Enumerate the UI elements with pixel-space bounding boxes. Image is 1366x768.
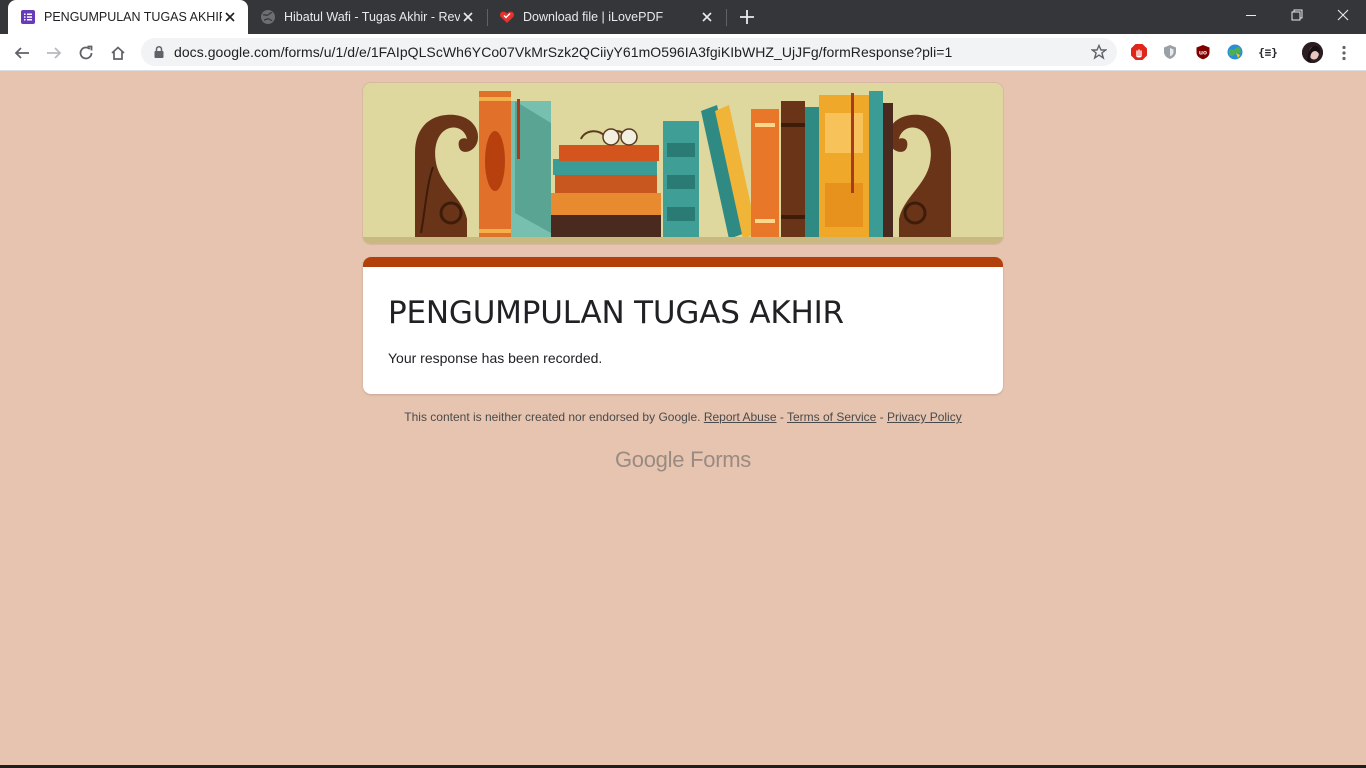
home-button[interactable]	[106, 41, 130, 65]
footer-separator: -	[776, 410, 787, 424]
tab-ilovepdf[interactable]: Download file | iLovePDF	[487, 0, 725, 34]
back-button[interactable]	[10, 41, 34, 65]
google-wordmark: Google	[615, 447, 685, 472]
tab-title: PENGUMPULAN TUGAS AKHIR	[44, 10, 222, 24]
more-vert-icon	[1342, 45, 1346, 61]
close-tab-icon[interactable]	[222, 9, 238, 25]
tab-forms[interactable]: PENGUMPULAN TUGAS AKHIR	[8, 0, 248, 34]
report-abuse-link[interactable]: Report Abuse	[704, 410, 777, 424]
adblock-icon	[1131, 44, 1147, 60]
terms-of-service-link[interactable]: Terms of Service	[787, 410, 876, 424]
privacy-policy-link[interactable]: Privacy Policy	[887, 410, 962, 424]
bookshelf-illustration	[363, 83, 1003, 244]
card-accent-bar	[363, 257, 1003, 267]
arrow-right-icon	[47, 47, 62, 59]
colorful-globe-icon	[1227, 44, 1243, 60]
close-tab-icon[interactable]	[699, 9, 715, 25]
svg-text:{≡}: {≡}	[1258, 46, 1278, 59]
minimize-icon	[1246, 15, 1256, 16]
tab-separator	[726, 9, 727, 26]
form-footer: This content is neither created nor endo…	[363, 410, 1003, 424]
extension-ublock[interactable]: uo	[1194, 43, 1212, 61]
extension-adblock[interactable]	[1130, 43, 1148, 61]
close-tab-icon[interactable]	[460, 9, 476, 25]
close-icon	[1337, 9, 1349, 21]
tab-revision[interactable]: Hibatul Wafi - Tugas Akhir - RevC	[248, 0, 486, 34]
confirmation-message: Your response has been recorded.	[388, 350, 603, 366]
browser-menu-button[interactable]	[1334, 43, 1354, 63]
google-forms-logo[interactable]: Google Forms	[363, 447, 1003, 473]
tab-title: Download file | iLovePDF	[523, 10, 664, 24]
heart-icon	[500, 11, 514, 23]
extension-shield[interactable]	[1161, 43, 1179, 61]
new-tab-button[interactable]	[737, 7, 757, 27]
form-header-image	[363, 83, 1003, 244]
tab-strip: PENGUMPULAN TUGAS AKHIR Hibatul Wafi - T…	[0, 0, 1366, 34]
restore-button[interactable]	[1274, 0, 1320, 30]
extension-json[interactable]: {≡}	[1258, 43, 1278, 61]
forms-wordmark: Forms	[690, 447, 751, 472]
lock-icon[interactable]	[152, 45, 166, 59]
form-response-card: PENGUMPULAN TUGAS AKHIR Your response ha…	[363, 257, 1003, 394]
tab-title: Hibatul Wafi - Tugas Akhir - RevC	[284, 10, 460, 24]
ublock-icon: uo	[1196, 45, 1210, 60]
shield-icon	[1164, 45, 1176, 59]
braces-icon: {≡}	[1258, 46, 1278, 59]
form-title: PENGUMPULAN TUGAS AKHIR	[388, 295, 844, 331]
address-bar[interactable]: docs.google.com/forms/u/1/d/e/1FAIpQLScW…	[141, 38, 1117, 66]
restore-icon	[1291, 9, 1303, 21]
arrow-left-icon	[14, 47, 29, 59]
disclaimer-text: This content is neither created nor endo…	[404, 410, 704, 424]
home-icon	[111, 46, 125, 60]
browser-toolbar: docs.google.com/forms/u/1/d/e/1FAIpQLScW…	[0, 34, 1366, 71]
forward-button[interactable]	[42, 41, 66, 65]
profile-avatar[interactable]	[1302, 42, 1323, 63]
minimize-button[interactable]	[1228, 0, 1274, 30]
google-forms-icon	[21, 10, 35, 24]
bookmark-star-icon[interactable]	[1091, 44, 1107, 60]
plus-icon	[740, 10, 754, 24]
avatar-image	[1302, 42, 1323, 63]
footer-separator: -	[876, 410, 888, 424]
extension-globe[interactable]	[1226, 43, 1244, 61]
globe-icon	[261, 10, 275, 24]
reload-button[interactable]	[74, 41, 98, 65]
svg-text:uo: uo	[1199, 50, 1207, 57]
close-window-button[interactable]	[1320, 0, 1366, 30]
reload-icon	[79, 45, 93, 60]
url-text[interactable]: docs.google.com/forms/u/1/d/e/1FAIpQLScW…	[174, 44, 952, 60]
